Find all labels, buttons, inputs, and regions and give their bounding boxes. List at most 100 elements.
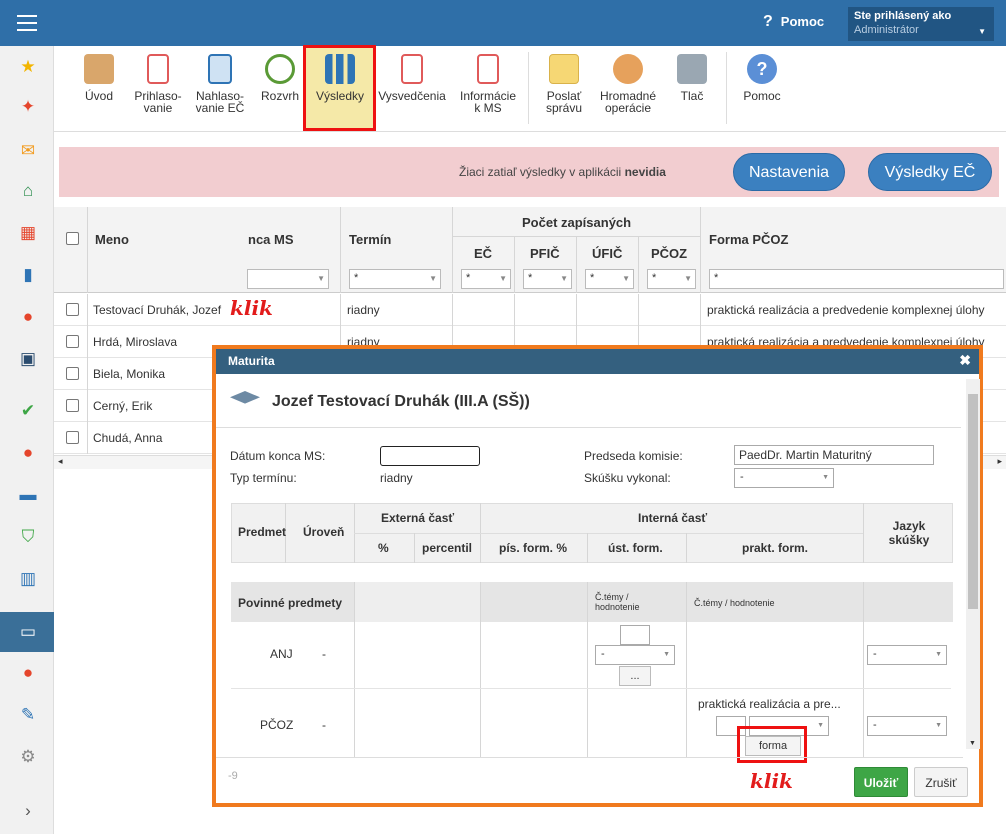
maturita-dialog: Maturita ✖ Jozef Testovací Druhák (III.A …	[212, 345, 983, 807]
col-external: Externá časť	[381, 511, 455, 525]
col-ufic[interactable]: ÚFIČ	[592, 246, 622, 261]
check-circle-icon[interactable]: ✔	[17, 400, 39, 422]
bar-chart-icon	[325, 54, 355, 84]
oral-grade-select[interactable]: - ▼	[595, 645, 675, 665]
settings-button[interactable]: Nastavenia	[733, 153, 845, 191]
shield-icon[interactable]: ⛉	[17, 526, 39, 548]
col-practical: prakt. form.	[742, 541, 809, 555]
user-name: Administrátor	[854, 24, 919, 36]
row-checkbox[interactable]	[66, 303, 79, 316]
filter-term[interactable]: * ▼	[349, 269, 441, 289]
row-checkbox[interactable]	[66, 399, 79, 412]
dialog-title: Jozef Testovací Druhák (III.A (SŠ))	[272, 393, 530, 410]
grid-icon[interactable]: ▦	[17, 222, 39, 244]
calendar-icon[interactable]: ▣	[17, 348, 39, 370]
language-select-anj[interactable]: - ▼	[867, 645, 947, 665]
chat-icon[interactable]: ●	[17, 662, 39, 684]
help-icon: ?	[747, 54, 777, 84]
book-icon[interactable]: ▮	[17, 264, 39, 286]
row-checkbox[interactable]	[66, 431, 79, 444]
filter-ec[interactable]: * ▼	[461, 269, 511, 289]
cancel-button[interactable]: Zrušiť	[914, 767, 968, 797]
tool-prihlasovanie[interactable]: Prihlaso- vanie	[132, 54, 184, 114]
tool-rozvrh[interactable]: Rozvrh	[258, 54, 302, 102]
date-input[interactable]	[380, 446, 480, 466]
tool-poslat-spravu[interactable]: Poslať správu	[540, 54, 588, 114]
col-name[interactable]: Meno	[95, 232, 129, 247]
chevron-left-icon[interactable]: ◂	[58, 456, 63, 467]
table-row[interactable]: Testovací Druhák, Jozef riadny praktická…	[54, 294, 1006, 326]
tool-vysvedcenia[interactable]: Vysvedčenia	[376, 54, 448, 102]
tool-uvod[interactable]: Úvod	[76, 54, 122, 102]
bar-chart-icon[interactable]: ▥	[17, 568, 39, 590]
close-icon[interactable]: ✖	[959, 352, 971, 369]
scrollbar-thumb[interactable]	[968, 394, 978, 609]
exam-done-select[interactable]: - ▼	[734, 468, 834, 488]
col-count-group: Počet zapísaných	[522, 215, 632, 230]
chevron-down-icon: ▼	[317, 274, 325, 283]
clock-icon	[265, 54, 295, 84]
student-name: Testovací Druhák, Jozef	[93, 303, 222, 317]
dialog-scrollbar[interactable]: ▼	[966, 379, 980, 749]
col-percent: %	[378, 541, 389, 555]
chevron-down-icon: ▼	[822, 474, 829, 481]
filter-pcoz[interactable]: * ▼	[647, 269, 696, 289]
filter-date[interactable]: ▼	[247, 269, 329, 289]
klik-annotation: klik	[750, 769, 793, 793]
home-icon[interactable]: ⌂	[17, 180, 39, 202]
col-pfic[interactable]: PFIČ	[530, 246, 560, 261]
chevron-down-icon: ▼	[978, 27, 986, 36]
envelope-icon	[549, 54, 579, 84]
info-document-icon	[477, 54, 499, 84]
user-menu[interactable]: Ste prihlásený ako Administrátor ▼	[848, 7, 994, 41]
tool-informacie[interactable]: Informácie k MS	[456, 54, 520, 114]
mail-icon[interactable]: ✉	[17, 140, 39, 162]
level-pcoz: -	[322, 718, 326, 732]
open-book-icon[interactable]: ▭	[17, 621, 39, 643]
language-select-pcoz[interactable]: - ▼	[867, 716, 947, 736]
practical-subheader: Č.témy / hodnotenie	[694, 598, 775, 608]
more-button[interactable]: ...	[619, 666, 651, 686]
col-percentil: percentil	[422, 541, 473, 555]
col-written: pís. form. %	[499, 541, 568, 555]
tool-tlac[interactable]: Tlač	[670, 54, 714, 102]
student-name: Cerný, Erik	[93, 399, 153, 413]
col-form[interactable]: Forma PČOZ	[709, 232, 788, 247]
save-button[interactable]: Uložiť	[854, 767, 908, 797]
col-pcoz[interactable]: PČOZ	[651, 246, 687, 261]
chevron-down-icon: ▼	[935, 651, 942, 658]
row-checkbox[interactable]	[66, 335, 79, 348]
tool-pomoc[interactable]: ? Pomoc	[740, 54, 784, 102]
user-icon[interactable]: ●	[17, 306, 39, 328]
subject-pcoz: PČOZ	[260, 718, 294, 732]
select-all-checkbox[interactable]	[66, 232, 79, 245]
star-icon[interactable]: ★	[17, 56, 39, 78]
col-ec[interactable]: EČ	[474, 246, 492, 261]
row-checkbox[interactable]	[66, 367, 79, 380]
results-ec-button[interactable]: Výsledky EČ	[868, 153, 992, 191]
chevron-right-icon[interactable]: ›	[17, 800, 39, 822]
printer-icon	[677, 54, 707, 84]
students-icon	[84, 54, 114, 84]
filter-pfic[interactable]: * ▼	[523, 269, 572, 289]
tool-vysledky[interactable]: Výsledky	[312, 54, 368, 102]
filter-form[interactable]: *	[709, 269, 1004, 289]
magic-wand-icon[interactable]: ✦	[17, 96, 39, 118]
col-term[interactable]: Termín	[349, 232, 391, 247]
col-language: Jazyk skúšky	[888, 519, 930, 547]
pencil-icon[interactable]: ✎	[17, 704, 39, 726]
col-oral: úst. form.	[608, 541, 663, 555]
gear-icon[interactable]: ⚙	[17, 746, 39, 768]
chevron-right-icon[interactable]: ▸	[997, 456, 1002, 467]
briefcase-icon[interactable]: ▬	[17, 484, 39, 506]
hamburger-menu-icon[interactable]	[17, 15, 37, 31]
help-link[interactable]: ? Pomoc	[763, 13, 824, 31]
filter-ufic[interactable]: * ▼	[585, 269, 634, 289]
col-date[interactable]: nca MS	[248, 232, 294, 247]
tool-hromadne-operacie[interactable]: Hromadné operácie	[596, 54, 660, 114]
oral-topic-input[interactable]	[620, 625, 650, 645]
grade-icon[interactable]: ●	[17, 442, 39, 464]
scroll-down-icon[interactable]: ▼	[969, 740, 976, 747]
tool-nahlasovanie[interactable]: Nahlaso- vanie EČ	[192, 54, 248, 114]
chair-input[interactable]: PaedDr. Martin Maturitný	[734, 445, 934, 465]
